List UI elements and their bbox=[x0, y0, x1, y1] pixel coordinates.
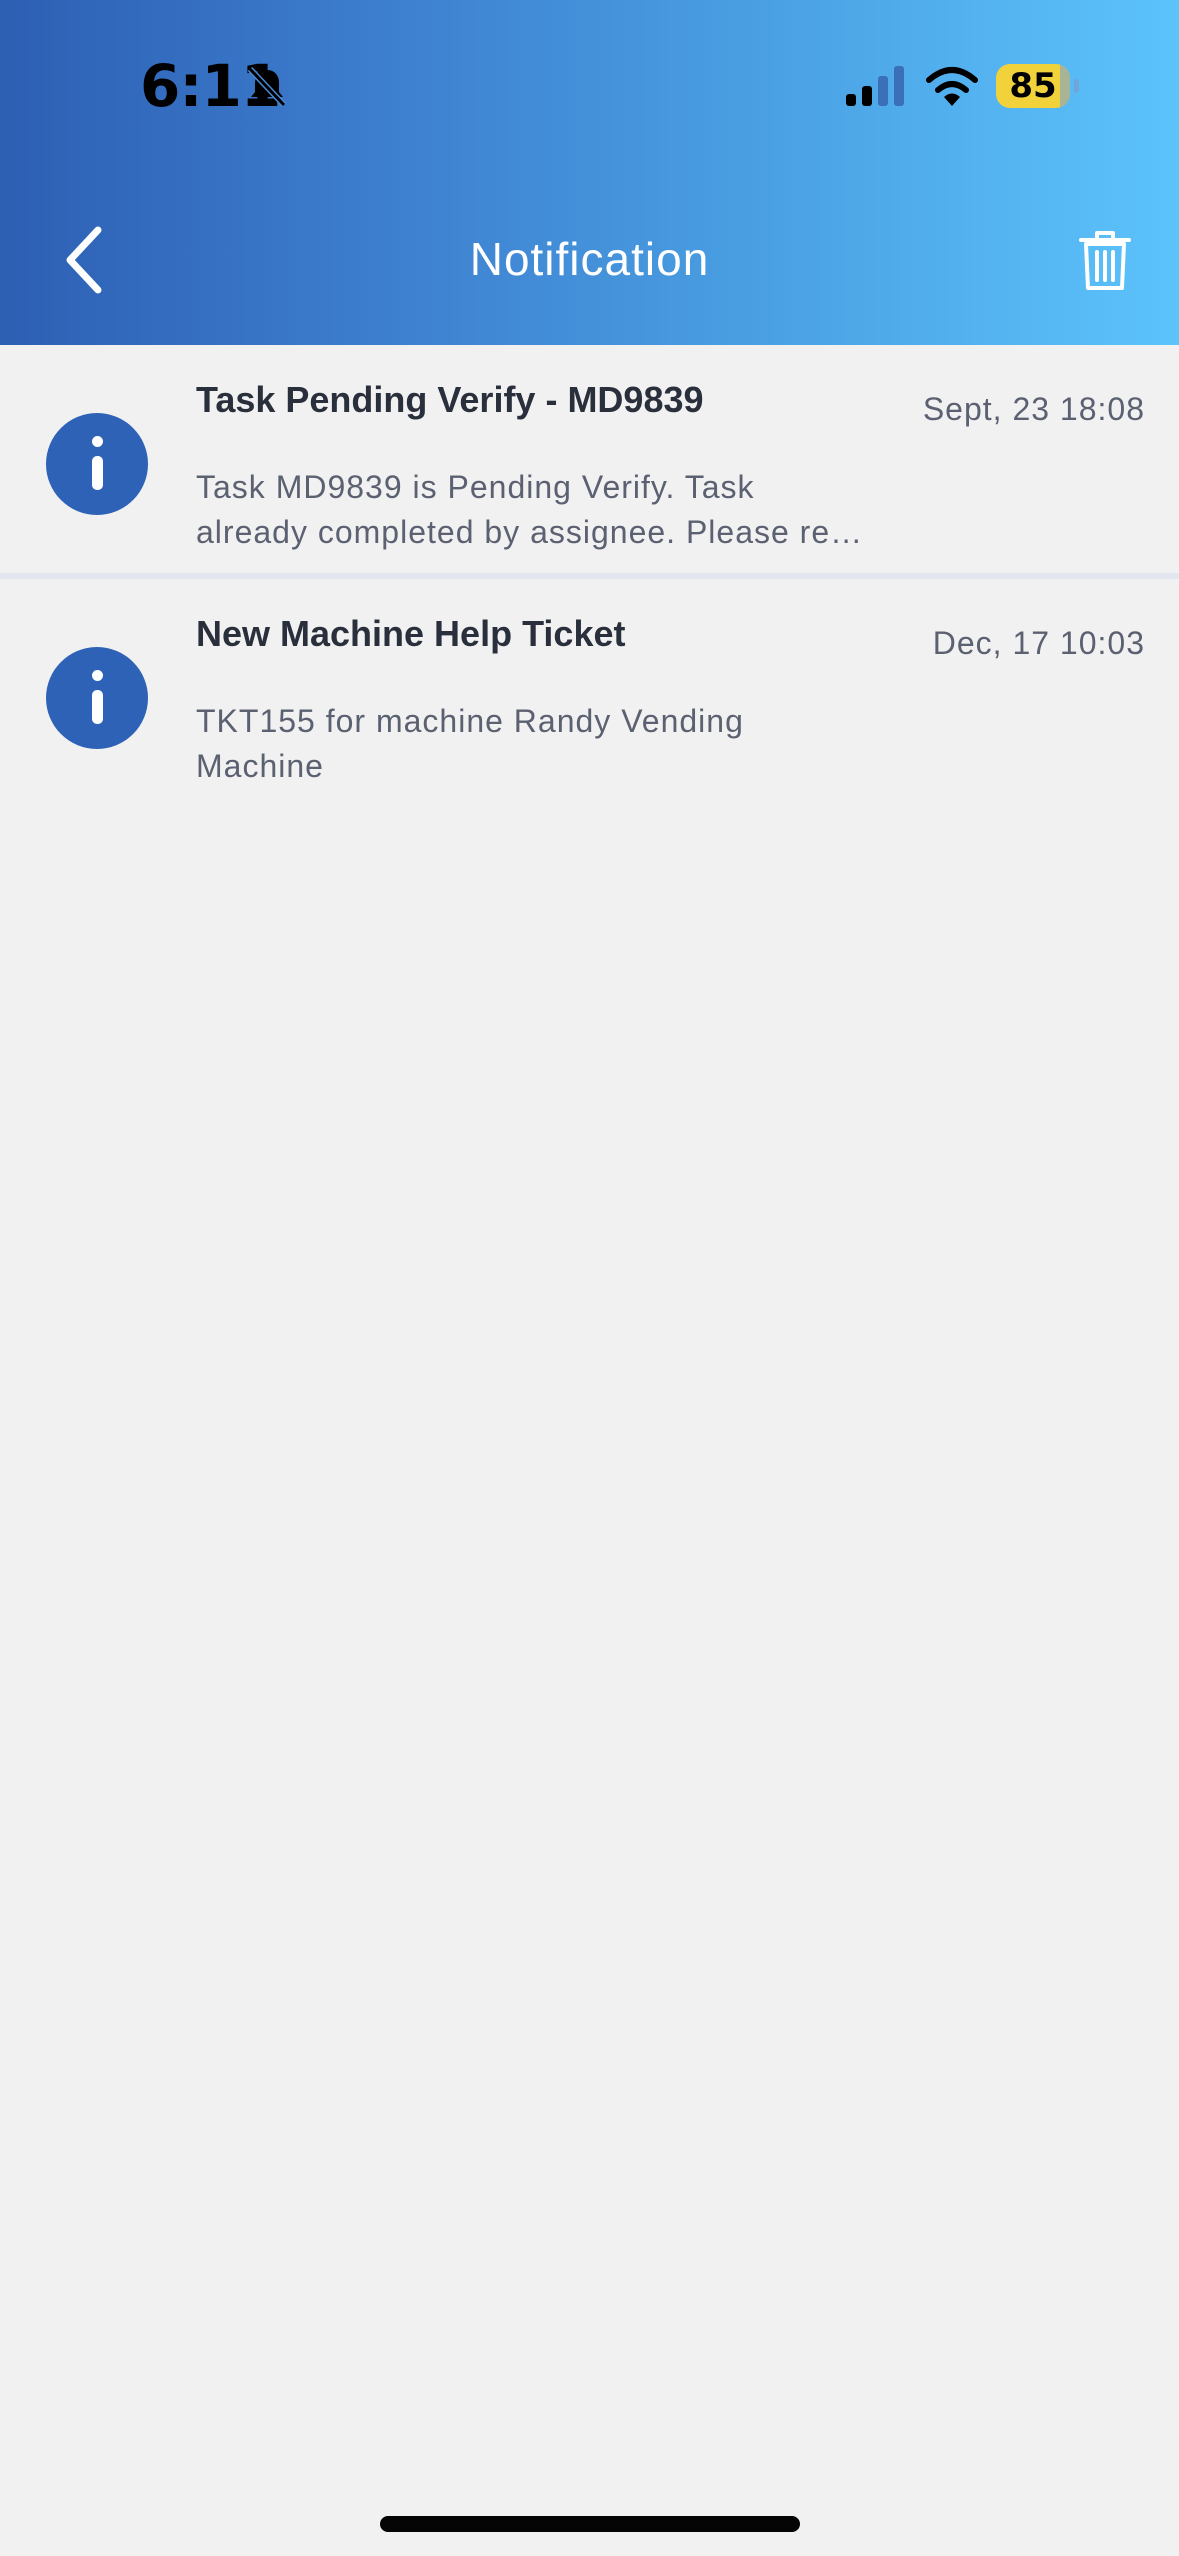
notification-body-line: TKT155 for machine Randy Vending bbox=[196, 703, 744, 739]
wifi-icon bbox=[926, 67, 978, 106]
notification-date: Dec, 17 10:03 bbox=[932, 625, 1145, 661]
notification-item[interactable]: New Machine Help Ticket Dec, 17 10:03 TK… bbox=[0, 573, 1179, 807]
home-indicator[interactable] bbox=[380, 2516, 800, 2532]
notification-list: Task Pending Verify - MD9839 Sept, 23 18… bbox=[0, 345, 1179, 807]
trash-icon bbox=[1079, 231, 1131, 290]
cellular-signal-icon bbox=[846, 66, 904, 106]
notification-title: Task Pending Verify - MD9839 bbox=[196, 379, 704, 420]
battery-level: 85 bbox=[1009, 66, 1057, 106]
app-header: 6:11 85 Notification bbox=[0, 0, 1179, 345]
notification-body-line: Task MD9839 is Pending Verify. Task bbox=[196, 469, 755, 505]
bell-off-icon bbox=[247, 66, 287, 108]
notification-body: TKT155 for machine Randy Vending Machine bbox=[196, 699, 886, 789]
delete-all-button[interactable] bbox=[1078, 230, 1132, 292]
notification-body-line: already completed by assignee. Please re… bbox=[196, 514, 864, 550]
notification-title: New Machine Help Ticket bbox=[196, 613, 626, 654]
notification-date: Sept, 23 18:08 bbox=[922, 391, 1145, 427]
notification-item[interactable]: Task Pending Verify - MD9839 Sept, 23 18… bbox=[0, 345, 1179, 573]
notification-body: Task MD9839 is Pending Verify. Task alre… bbox=[196, 465, 886, 555]
battery-indicator: 85 bbox=[996, 64, 1080, 108]
notification-body-line: Machine bbox=[196, 748, 324, 784]
info-icon bbox=[46, 647, 148, 749]
page-title: Notification bbox=[469, 233, 710, 285]
info-icon bbox=[46, 413, 148, 515]
